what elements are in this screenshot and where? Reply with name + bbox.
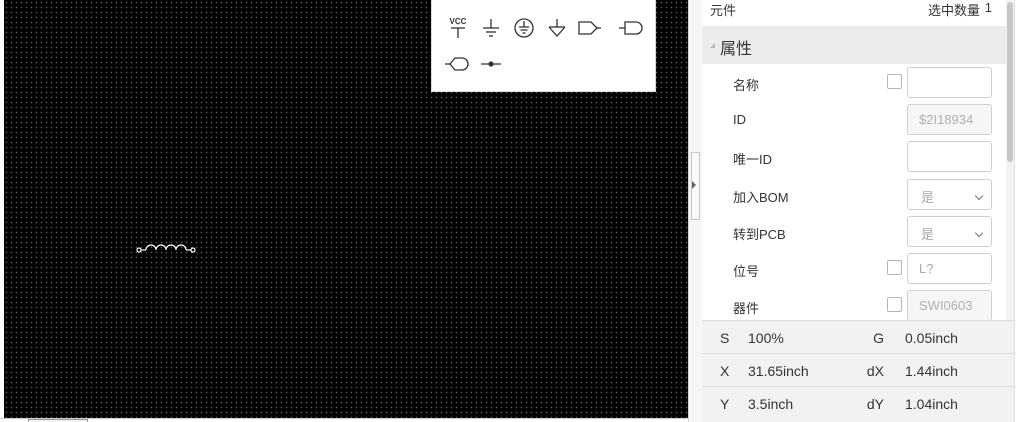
scale-key: S — [720, 330, 730, 346]
coordinate-status-panel: S 100% G 0.05inch X 31.65inch dX 1.44inc… — [702, 320, 1014, 422]
panel-vertical-scrollbar[interactable] — [1006, 0, 1014, 320]
netport-output-icon[interactable] — [576, 18, 602, 38]
prop-label: 唯一ID — [733, 152, 773, 167]
select-value: 是 — [921, 190, 935, 205]
selection-count-label: 选中数量 — [927, 3, 980, 18]
prop-label: ID — [733, 112, 746, 127]
prop-label: 名称 — [733, 78, 760, 93]
select-value: 是 — [921, 227, 935, 242]
prop-label: 位号 — [733, 264, 760, 279]
convert-to-pcb-select[interactable]: 是 — [907, 216, 992, 247]
vcc-symbol-icon[interactable]: VCC — [446, 16, 470, 40]
grid-value: 0.05inch — [905, 330, 958, 346]
panel-scroll-thumb[interactable] — [1007, 2, 1013, 162]
section-collapse-icon — [710, 43, 715, 48]
chevron-down-icon — [974, 228, 984, 238]
section-title: 属性 — [720, 41, 753, 58]
prop-row-id: ID $2I18934 — [702, 101, 1006, 139]
id-input: $2I18934 — [907, 104, 992, 135]
selection-count-value: 1 — [984, 0, 992, 15]
power-symbol-palette: VCC — [431, 0, 656, 92]
prop-row-unique-id: 唯一ID — [702, 138, 1006, 176]
prop-row-convert-to-pcb: 转到PCB 是 — [702, 213, 1006, 251]
ground-symbol-icon[interactable] — [479, 16, 503, 40]
prop-label: 器件 — [733, 301, 760, 316]
panel-title: 元件 — [710, 3, 737, 18]
x-value: 31.65inch — [748, 363, 809, 379]
show-device-checkbox[interactable] — [887, 297, 902, 312]
protective-earth-icon[interactable] — [512, 16, 536, 40]
attributes-section-header[interactable]: 属性 — [702, 26, 1014, 64]
dy-value: 1.04inch — [905, 396, 958, 412]
name-input[interactable] — [907, 67, 992, 98]
window-right-edge — [1014, 0, 1024, 422]
prop-row-name: 名称 — [702, 64, 1006, 102]
scale-value: 100% — [748, 330, 784, 346]
status-row-y: Y 3.5inch dY 1.04inch — [702, 386, 1014, 419]
panel-splitter[interactable] — [688, 0, 702, 422]
show-designator-checkbox[interactable] — [887, 260, 902, 275]
netport-bidirectional-icon[interactable] — [444, 54, 472, 74]
grid-key: G — [873, 330, 884, 346]
prop-row-add-to-bom: 加入BOM 是 — [702, 176, 1006, 214]
show-name-checkbox[interactable] — [887, 74, 902, 89]
y-key: Y — [720, 396, 730, 412]
netport-input-icon[interactable] — [618, 18, 646, 38]
collapse-arrow-icon[interactable] — [692, 181, 696, 189]
status-row-scale: S 100% G 0.05inch — [702, 320, 1014, 353]
prop-label: 转到PCB — [733, 227, 786, 242]
analog-ground-icon[interactable] — [545, 16, 569, 40]
dx-key: dX — [866, 363, 884, 379]
panel-header: 元件 选中数量 1 — [702, 0, 1014, 26]
x-key: X — [720, 363, 730, 379]
prop-label: 加入BOM — [733, 190, 789, 205]
unique-id-input[interactable] — [907, 141, 992, 172]
dx-value: 1.44inch — [905, 363, 958, 379]
inductor-component[interactable] — [134, 240, 200, 256]
prop-row-designator: 位号 L? — [702, 250, 1006, 288]
chevron-down-icon — [974, 191, 984, 201]
horizontal-scrollbar[interactable] — [0, 418, 690, 422]
net-label-icon[interactable] — [478, 54, 504, 74]
status-row-x: X 31.65inch dX 1.44inch — [702, 353, 1014, 386]
y-value: 3.5inch — [748, 396, 794, 412]
device-input: SWI0603 — [907, 290, 992, 321]
add-to-bom-select[interactable]: 是 — [907, 179, 992, 210]
dy-key: dY — [866, 396, 884, 412]
designator-input[interactable]: L? — [907, 253, 992, 284]
